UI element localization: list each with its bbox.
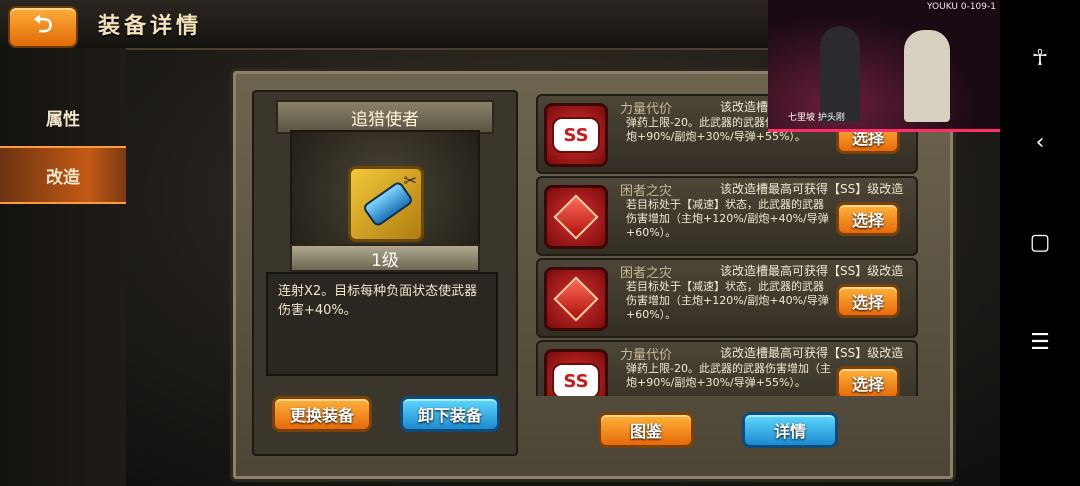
- mod-slot-icon[interactable]: SS: [544, 349, 608, 396]
- details-button[interactable]: 详情: [742, 412, 838, 448]
- mod-effect-text: 若目标处于【减速】状态，此武器的武器伤害增加（主炮+120%/副炮+40%/导弹…: [626, 198, 829, 239]
- video-progress-bar: [768, 129, 1000, 132]
- ss-badge-icon: SS: [552, 363, 600, 396]
- page-title: 装备详情: [98, 14, 203, 39]
- mod-slot-icon[interactable]: [544, 185, 608, 249]
- catalog-button[interactable]: 图鉴: [598, 412, 694, 448]
- equipment-description: 连射X2。目标每种负面状态使武器伤害+40%。: [266, 272, 498, 376]
- sidebar-item-label: 属性: [46, 109, 80, 130]
- mod-title: 力量代价: [620, 348, 673, 363]
- back-icon[interactable]: ‹: [1026, 128, 1054, 156]
- system-navigation-bar: ☥ ‹ ▢ ☰: [1000, 0, 1080, 486]
- equipment-name: 追猎使者: [276, 100, 494, 134]
- unequip-button[interactable]: 卸下装备: [400, 396, 500, 432]
- mod-slot-icon[interactable]: SS: [544, 103, 608, 167]
- performer-figure: [820, 26, 860, 122]
- mod-effect-text: 若目标处于【减速】状态，此武器的武器伤害增加（主炮+120%/副炮+40%/导弹…: [626, 280, 829, 321]
- sidebar-item-label: 改造: [46, 167, 80, 188]
- accessibility-icon[interactable]: ☥: [1026, 44, 1054, 72]
- back-button[interactable]: ⮌: [8, 6, 78, 48]
- sidebar: 属性 改造: [0, 48, 126, 486]
- mod-slot-hint: 该改造槽最高可获得【SS】级改造: [720, 182, 904, 196]
- home-icon[interactable]: ▢: [1026, 228, 1054, 256]
- sidebar-item-attributes[interactable]: 属性: [0, 90, 126, 144]
- mod-effect-text: 弹药上限-20。此武器的武器伤害增加（主炮+90%/副炮+30%/导弹+55%）…: [626, 362, 831, 389]
- mod-slot-list[interactable]: SS 力量代价 该改造槽最高可获得【SS】级改造 弹药上限-20。此武器的武器伤…: [528, 90, 928, 396]
- back-arrow-icon: ⮌: [33, 9, 53, 38]
- mod-slot-hint: 该改造槽最高可获得【SS】级改造: [720, 346, 904, 360]
- mod-slot-card: 困者之灾 该改造槽最高可获得【SS】级改造 若目标处于【减速】状态，此武器的武器…: [536, 258, 918, 338]
- video-caption: 七里坡 护头刚: [788, 113, 845, 123]
- select-button[interactable]: 选择: [836, 366, 900, 396]
- red-gem-icon: [553, 194, 599, 240]
- mod-slot-card: SS 力量代价 该改造槽最高可获得【SS】级改造 弹药上限-20。此武器的武器伤…: [536, 340, 918, 396]
- equipment-level: 1级: [290, 244, 480, 272]
- mod-slot-icon[interactable]: [544, 267, 608, 331]
- equipment-icon[interactable]: ✂: [348, 166, 424, 242]
- wrench-icon: ✂: [403, 171, 417, 190]
- red-gem-icon: [553, 276, 599, 322]
- select-button[interactable]: 选择: [836, 202, 900, 236]
- mod-slot-hint: 该改造槽最高可获得【SS】级改造: [720, 264, 904, 278]
- mod-title: 力量代价: [620, 102, 673, 117]
- menu-icon[interactable]: ☰: [1026, 328, 1054, 356]
- mod-slot-card: 困者之灾 该改造槽最高可获得【SS】级改造 若目标处于【减速】状态，此武器的武器…: [536, 176, 918, 256]
- mod-title: 困者之灾: [620, 184, 673, 199]
- replace-equipment-button[interactable]: 更换装备: [272, 396, 372, 432]
- sidebar-item-modify[interactable]: 改造: [0, 146, 126, 204]
- ss-badge-icon: SS: [552, 117, 600, 153]
- mod-title: 困者之灾: [620, 266, 673, 281]
- performer-figure: [904, 30, 950, 122]
- video-overlay[interactable]: YOUKU 0-109-1 七里坡 护头刚: [768, 0, 1000, 132]
- select-button[interactable]: 选择: [836, 284, 900, 318]
- video-watermark: YOUKU 0-109-1: [927, 2, 996, 12]
